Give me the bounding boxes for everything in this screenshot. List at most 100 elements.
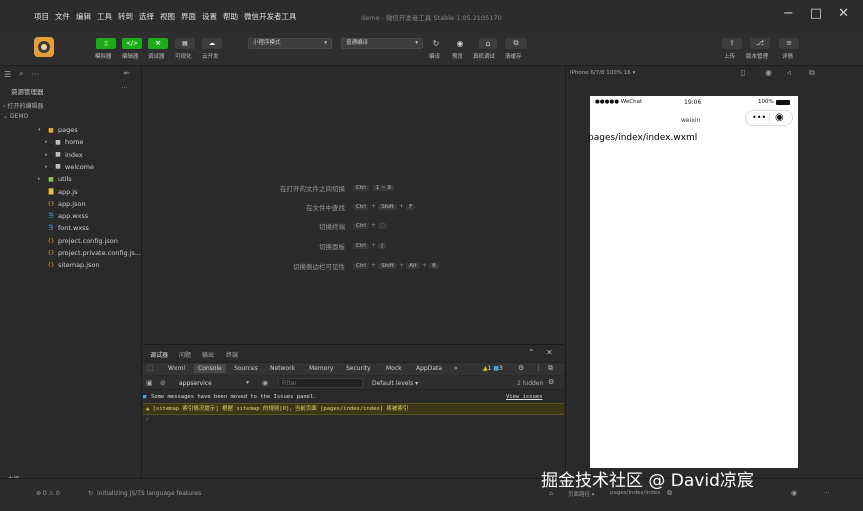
phone-screen[interactable]: ●●●●● WeChat 19:06 100% weixin ••• ◉ pag… xyxy=(588,96,798,468)
preview-button[interactable]: ◉ xyxy=(452,38,468,49)
file-tree-item[interactable]: ▸ ■ index xyxy=(45,149,83,161)
status-carrier: ●●●●● WeChat xyxy=(595,99,643,105)
search-icon[interactable]: ⌕ xyxy=(19,69,23,79)
open-editors-section[interactable]: › 打开的编辑器 xyxy=(3,101,43,110)
device-select[interactable]: iPhone 6/7/8 100% 16 ▾ xyxy=(570,70,635,76)
volume-icon[interactable]: ◃ xyxy=(787,68,791,77)
file-tree-item[interactable]: {} app.json xyxy=(38,198,86,210)
log-levels-select[interactable]: Default levels ▾ xyxy=(372,380,418,387)
tab-terminal[interactable]: 终端 xyxy=(226,350,238,359)
simulator-toggle-button[interactable]: ▯ xyxy=(96,38,116,49)
close-icon[interactable]: ✕ xyxy=(546,348,553,357)
eye-icon[interactable]: ◉ xyxy=(262,379,268,387)
project-section[interactable]: ⌄ DEMO xyxy=(3,113,28,120)
console-settings-icon[interactable]: ⚙ xyxy=(548,378,554,386)
file-tree-label: sitemap.json xyxy=(58,261,100,270)
devtools-tab-network[interactable]: Network xyxy=(270,365,295,372)
editor-area[interactable]: 在打开的文件之间切换 Ctrl 1 ~ 9 在文件中查找 Ctrl + Shift + F 切换终… xyxy=(143,66,564,344)
maximize-button[interactable]: □ xyxy=(810,6,822,21)
file-tree-item[interactable]: ▸ ■ utils xyxy=(38,173,72,185)
remote-debug-button[interactable]: ⌂ xyxy=(479,38,497,49)
menu-item[interactable]: 项目 xyxy=(34,11,49,22)
menu-item[interactable]: 选择 xyxy=(139,11,154,22)
collapse-icon[interactable]: ⇤ xyxy=(124,69,130,77)
undock-icon[interactable]: ⧉ xyxy=(548,364,553,373)
tab-output[interactable]: 输出 xyxy=(202,350,214,359)
devtools-more-tabs[interactable]: » xyxy=(454,365,458,372)
close-button[interactable]: ✕ xyxy=(838,6,849,21)
explorer-more-button[interactable]: ··· xyxy=(121,84,128,92)
details-button[interactable]: ≡ xyxy=(779,38,799,49)
editor-toggle-button[interactable]: </> xyxy=(122,38,142,49)
eye-icon[interactable]: ◉ xyxy=(791,489,797,497)
upload-button[interactable]: ⇪ xyxy=(722,38,742,49)
avatar[interactable] xyxy=(34,37,54,57)
more-icon[interactable]: ··· xyxy=(823,489,830,497)
undock-icon[interactable]: ⧉ xyxy=(809,68,815,78)
gear-icon[interactable]: ⚙ xyxy=(518,364,524,372)
branch-icon: ⎇ xyxy=(755,39,765,47)
devtools-tab-appdata[interactable]: AppData xyxy=(416,365,442,372)
tab-debugger[interactable]: 调试器 xyxy=(150,350,168,359)
code-icon: </> xyxy=(125,40,139,47)
page-path-label[interactable]: 页面路径 ▾ xyxy=(568,490,595,498)
menu-item[interactable]: 界面 xyxy=(181,11,196,22)
context-select[interactable]: appservice xyxy=(179,380,212,387)
compile-button[interactable]: ↻ xyxy=(428,38,444,49)
menu-item[interactable]: 工具 xyxy=(97,11,112,22)
issue-counts[interactable]: ▲1 ■3 xyxy=(483,365,503,372)
menu-item[interactable]: 设置 xyxy=(202,11,217,22)
file-tree-item[interactable]: ▇ app.js xyxy=(38,186,78,198)
devtools-tab-mock[interactable]: Mock xyxy=(386,365,402,372)
tab-problems[interactable]: 问题 xyxy=(179,350,191,359)
hidden-count: 2 hidden xyxy=(517,380,544,387)
menu-item[interactable]: 文件 xyxy=(55,11,70,22)
cloud-dev-button[interactable]: ☁ xyxy=(202,38,222,49)
menu-item[interactable]: 帮助 xyxy=(223,11,238,22)
sidebar-toggle-icon[interactable]: ▣ xyxy=(146,379,153,387)
file-tree-item[interactable]: ⋽ font.wxss xyxy=(38,222,89,234)
file-tree-item[interactable]: ▸ ■ welcome xyxy=(45,161,94,173)
capsule-menu[interactable]: ••• ◉ xyxy=(745,110,793,126)
devtools-tab-sources[interactable]: Sources xyxy=(234,365,258,372)
inspect-icon[interactable]: ⬚ xyxy=(147,364,154,372)
file-tree-item[interactable]: {} project.private.config.js... xyxy=(38,247,142,259)
devtools-tab-security[interactable]: Security xyxy=(346,365,371,372)
menu-icon: ≡ xyxy=(786,39,792,47)
version-button[interactable]: ⎇ xyxy=(750,38,770,49)
shortcut-keys: Ctrl + Shift + F xyxy=(351,202,417,210)
clear-cache-button[interactable]: ⧉ xyxy=(505,38,527,49)
menu-item[interactable]: 视图 xyxy=(160,11,175,22)
file-tree-item[interactable]: {} project.config.json xyxy=(38,235,118,247)
devtools-tab-console[interactable]: Console xyxy=(194,364,226,373)
file-tree-item[interactable]: ▾ ■ pages xyxy=(38,124,78,136)
devtools-tab-memory[interactable]: Memory xyxy=(309,365,333,372)
minimize-button[interactable]: − xyxy=(783,6,794,21)
key-cap: Ctrl xyxy=(353,263,369,269)
menu-item[interactable]: 微信开发者工具 xyxy=(244,11,297,22)
file-wxss-icon: ⋽ xyxy=(48,224,54,232)
problems-indicator[interactable]: ⊗ 0 ⚠ 0 xyxy=(36,490,60,497)
debugger-toggle-button[interactable]: ⚒ xyxy=(148,38,168,49)
console-prompt[interactable]: › xyxy=(146,416,148,423)
visual-toggle-button[interactable]: ▤ xyxy=(175,38,195,49)
key-cap: B xyxy=(429,263,439,269)
console-filter-input[interactable] xyxy=(278,378,363,388)
kebab-icon[interactable]: ⋮ xyxy=(535,364,542,372)
mode-select[interactable]: 小程序模式 ▾ xyxy=(248,38,332,49)
compile-select[interactable]: 普通编译 ▾ xyxy=(341,38,423,49)
file-tree-item[interactable]: ▸ ■ home xyxy=(45,136,83,148)
clear-console-icon[interactable]: ⊘ xyxy=(160,379,166,387)
devtools-tab-wxml[interactable]: Wxml xyxy=(168,365,185,372)
phone-icon[interactable]: ▯ xyxy=(741,68,745,77)
bug-icon[interactable]: ⌂ xyxy=(549,490,553,497)
file-tree-item[interactable]: ⋽ app.wxss xyxy=(38,210,88,222)
menu-item[interactable]: 转到 xyxy=(118,11,133,22)
file-tree-item[interactable]: {} sitemap.json xyxy=(38,259,100,271)
chevron-up-icon[interactable]: ⌃ xyxy=(528,348,535,357)
record-icon[interactable]: ◉ xyxy=(765,68,772,77)
more-icon[interactable]: ··· xyxy=(32,70,40,79)
view-issues-link[interactable]: View issues xyxy=(506,391,542,403)
hamburger-icon[interactable]: ☰ xyxy=(4,70,11,79)
menu-item[interactable]: 编辑 xyxy=(76,11,91,22)
